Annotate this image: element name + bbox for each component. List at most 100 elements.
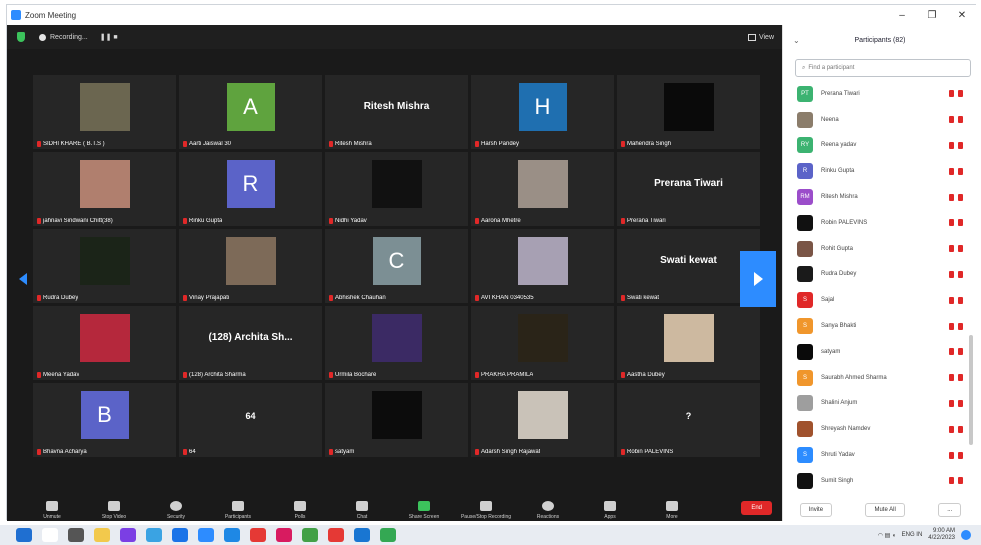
apps-button[interactable]: Apps [579, 501, 641, 521]
unmute-button[interactable]: Unmute [21, 501, 83, 521]
taskbar-app-icon[interactable] [224, 528, 240, 542]
mute-all-button[interactable]: Mute All [865, 503, 905, 517]
collapse-chevron-icon[interactable]: ⌄ [793, 36, 800, 45]
taskbar-app-icon[interactable] [354, 528, 370, 542]
participant-row[interactable]: R Rinku Gupta [797, 158, 977, 184]
participant-tile[interactable]: Vinay Prajapati [179, 229, 322, 303]
participant-tile[interactable]: PRAKHA PRAMILA [471, 306, 614, 380]
panel-header: ⌄ Participants (82) [783, 25, 977, 55]
participant-tile[interactable]: (128) Archita Sh... (128) Archita Sharma [179, 306, 322, 380]
participant-name-tag: (128) Archita Sharma [183, 372, 246, 378]
video-off-icon [958, 90, 963, 98]
pause-recording-icon[interactable]: ❚❚ ■ [100, 33, 118, 41]
participant-tile[interactable]: B Bhavna Acharya [33, 383, 176, 457]
participant-row[interactable]: Shreyash Namdev [797, 416, 977, 442]
participant-tile[interactable]: Aarona Mhetre [471, 152, 614, 226]
participant-tile[interactable]: Aastha Dubey [617, 306, 760, 380]
participant-name: SIDHI KHARE ( B.T.S ) [43, 141, 105, 147]
muted-mic-icon [37, 449, 41, 455]
scrollbar[interactable] [969, 335, 973, 445]
taskbar-app-icon[interactable] [198, 528, 214, 542]
participant-row[interactable]: RY Reena yadav [797, 133, 977, 159]
share-screen-button[interactable]: Share Screen [393, 501, 455, 521]
taskbar-app-icon[interactable] [380, 528, 396, 542]
participant-row[interactable]: Shalini Anjum [797, 391, 977, 417]
participant-tile[interactable]: ? Robin PALEVINS [617, 383, 760, 457]
participant-row[interactable]: S Sajal [797, 287, 977, 313]
participant-row[interactable]: Rohit Gupta [797, 236, 977, 262]
view-button[interactable]: View [747, 33, 774, 41]
participant-tile[interactable]: SIDHI KHARE ( B.T.S ) [33, 75, 176, 149]
participant-name-tag: Swati kewat [621, 295, 659, 301]
next-page-button[interactable] [740, 251, 776, 307]
participant-tile[interactable]: Urmila Bochare [325, 306, 468, 380]
participant-tile[interactable]: Meena Yadav [33, 306, 176, 380]
participant-row[interactable]: S Saurabh Ahmed Sharma [797, 365, 977, 391]
participant-tile[interactable]: Adarsh Singh Rajawat [471, 383, 614, 457]
participant-row[interactable]: Rudra Dubey [797, 262, 977, 288]
polls-button[interactable]: Polls [269, 501, 331, 521]
participant-tile[interactable]: Mahendra Singh [617, 75, 760, 149]
participant-row[interactable]: PT Prerana Tiwari [797, 81, 977, 107]
start-menu-icon[interactable] [16, 528, 32, 542]
stop-video-button[interactable]: Stop Video [83, 501, 145, 521]
participant-name-tag: jahnavi Sindwani Chitt(38) [37, 218, 113, 224]
participant-tile[interactable]: Prerana Tiwari Prerana Tiwari [617, 152, 760, 226]
security-button[interactable]: Security [145, 501, 207, 521]
participant-row[interactable]: satyam [797, 339, 977, 365]
participant-name-tag: AVI KHAN 0340535 [475, 295, 534, 301]
participant-tile[interactable]: Swati kewat Swati kewat [617, 229, 760, 303]
taskbar-app-icon[interactable] [172, 528, 188, 542]
participant-tile[interactable]: Ritesh Mishra Ritesh Mishra [325, 75, 468, 149]
more-button[interactable]: More [641, 501, 703, 521]
clock[interactable]: 9:00 AM 4/22/2023 [928, 528, 955, 542]
participant-row[interactable]: S Sanya Bhakti [797, 313, 977, 339]
taskbar-app-icon[interactable] [250, 528, 266, 542]
participant-row[interactable]: RM Ritesh Mishra [797, 184, 977, 210]
taskbar-app-icon[interactable] [328, 528, 344, 542]
participant-name: satyam [335, 449, 355, 455]
taskbar-app-icon[interactable] [276, 528, 292, 542]
notification-icon[interactable] [961, 530, 971, 540]
participant-search-input[interactable]: ⌕ Find a participant [795, 59, 971, 77]
maximize-button[interactable]: ❐ [917, 10, 947, 21]
taskbar-app-icon[interactable] [94, 528, 110, 542]
participant-tile[interactable]: Rudra Dubey [33, 229, 176, 303]
participant-row[interactable]: Robin PALEVINS [797, 210, 977, 236]
taskbar-app-icon[interactable] [146, 528, 162, 542]
previous-page-button[interactable] [17, 251, 29, 307]
participant-tile[interactable]: H Harsh Pandey [471, 75, 614, 149]
reactions-button[interactable]: Reactions [517, 501, 579, 521]
participant-tile[interactable]: 64 64 [179, 383, 322, 457]
wifi-icon[interactable]: ◠ ▤ ◖ [878, 532, 896, 539]
participant-row[interactable]: S Shruti Yadav [797, 442, 977, 468]
recording-button[interactable]: Pause/Stop Recording [455, 501, 517, 521]
participants-button[interactable]: Participants [207, 501, 269, 521]
participant-video-thumbnail [517, 314, 568, 362]
participant-tile[interactable]: A Aarti Jaiswal 30 [179, 75, 322, 149]
meeting-toolbar: Unmute Stop Video Security Participants Poll… [7, 493, 782, 521]
participant-tile[interactable]: jahnavi Sindwani Chitt(38) [33, 152, 176, 226]
participant-tile[interactable]: satyam [325, 383, 468, 457]
taskbar-app-icon[interactable] [68, 528, 84, 542]
participant-video-thumbnail [79, 83, 130, 131]
participant-tile[interactable]: AVI KHAN 0340535 [471, 229, 614, 303]
chat-button[interactable]: Chat [331, 501, 393, 521]
participant-row[interactable]: Neena [797, 107, 977, 133]
participant-row[interactable]: Sumit Singh [797, 468, 977, 494]
security-shield-icon[interactable] [17, 32, 25, 42]
language-indicator[interactable]: ENG IN [902, 532, 923, 538]
invite-button[interactable]: Invite [799, 503, 833, 517]
minimize-button[interactable]: – [887, 10, 917, 21]
participant-tile[interactable]: C Abhishek Chauhan [325, 229, 468, 303]
taskbar-app-icon[interactable] [42, 528, 58, 542]
more-options-button[interactable]: ... [938, 503, 962, 517]
taskbar-app-icon[interactable] [120, 528, 136, 542]
close-button[interactable]: ✕ [947, 10, 977, 21]
participant-name: Ritesh Mishra [821, 194, 858, 201]
participant-name-tag: Aarona Mhetre [475, 218, 521, 224]
participant-tile[interactable]: R Rinku Gupta [179, 152, 322, 226]
end-meeting-button[interactable]: End [741, 501, 772, 515]
taskbar-app-icon[interactable] [302, 528, 318, 542]
participant-tile[interactable]: Nidhi Yadav [325, 152, 468, 226]
